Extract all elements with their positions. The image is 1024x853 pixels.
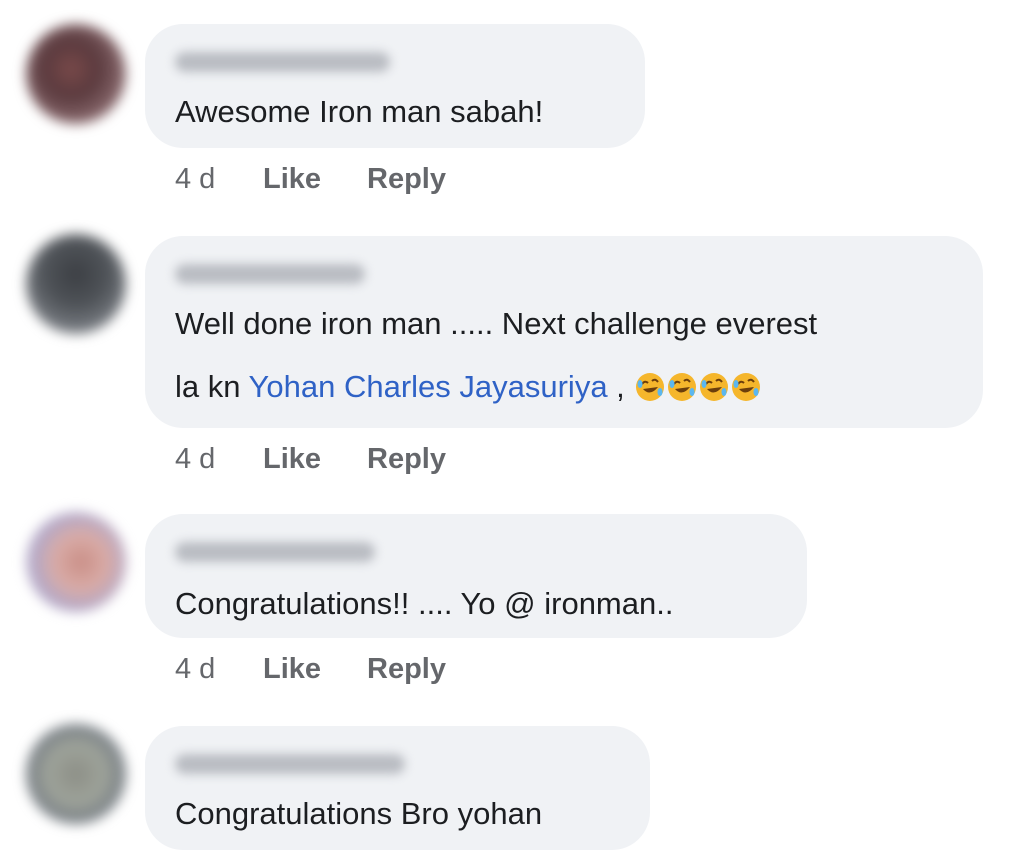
comment-actions: 4 d Like Reply bbox=[175, 653, 446, 686]
rolling-laughing-emoji-icon bbox=[668, 373, 697, 401]
comment-text: , bbox=[607, 369, 625, 404]
comment-text-line: Well done iron man ..... Next challenge … bbox=[175, 306, 818, 341]
comment-timestamp[interactable]: 4 d bbox=[175, 163, 263, 196]
rolling-laughing-emoji-icon bbox=[732, 373, 761, 401]
mention-link[interactable]: Yohan Charles Jayasuriya bbox=[249, 369, 608, 404]
comment-text: Awesome Iron man sabah! bbox=[175, 94, 544, 129]
comment-text: Congratulations Bro yohan bbox=[175, 796, 543, 831]
author-name-blurred[interactable] bbox=[175, 754, 405, 774]
like-button[interactable]: Like bbox=[263, 163, 367, 196]
avatar[interactable] bbox=[26, 234, 126, 334]
like-button[interactable]: Like bbox=[263, 653, 367, 686]
rolling-laughing-emoji-icon bbox=[700, 373, 729, 401]
comment-text: la kn bbox=[175, 369, 249, 404]
like-button[interactable]: Like bbox=[263, 443, 367, 476]
avatar[interactable] bbox=[26, 724, 126, 824]
author-name-blurred[interactable] bbox=[175, 542, 375, 562]
comment-bubble: Congratulations!! .... Yo @ ironman.. bbox=[145, 514, 807, 638]
comment-bubble: Well done iron man ..... Next challenge … bbox=[145, 236, 983, 428]
comment-text-line: la kn Yohan Charles Jayasuriya , bbox=[175, 369, 761, 405]
avatar[interactable] bbox=[26, 512, 126, 612]
rolling-laughing-emoji-icon bbox=[636, 373, 665, 401]
comment-timestamp[interactable]: 4 d bbox=[175, 443, 263, 476]
comment-text: Congratulations!! .... Yo @ ironman.. bbox=[175, 586, 674, 621]
comment-bubble: Awesome Iron man sabah! bbox=[145, 24, 645, 148]
comment-actions: 4 d Like Reply bbox=[175, 443, 446, 476]
reply-button[interactable]: Reply bbox=[367, 653, 446, 686]
reply-button[interactable]: Reply bbox=[367, 443, 446, 476]
comment-actions: 4 d Like Reply bbox=[175, 163, 446, 196]
comment-timestamp[interactable]: 4 d bbox=[175, 653, 263, 686]
comment-bubble: Congratulations Bro yohan bbox=[145, 726, 650, 850]
author-name-blurred[interactable] bbox=[175, 52, 390, 72]
reply-button[interactable]: Reply bbox=[367, 163, 446, 196]
avatar[interactable] bbox=[26, 24, 126, 124]
author-name-blurred[interactable] bbox=[175, 264, 365, 284]
